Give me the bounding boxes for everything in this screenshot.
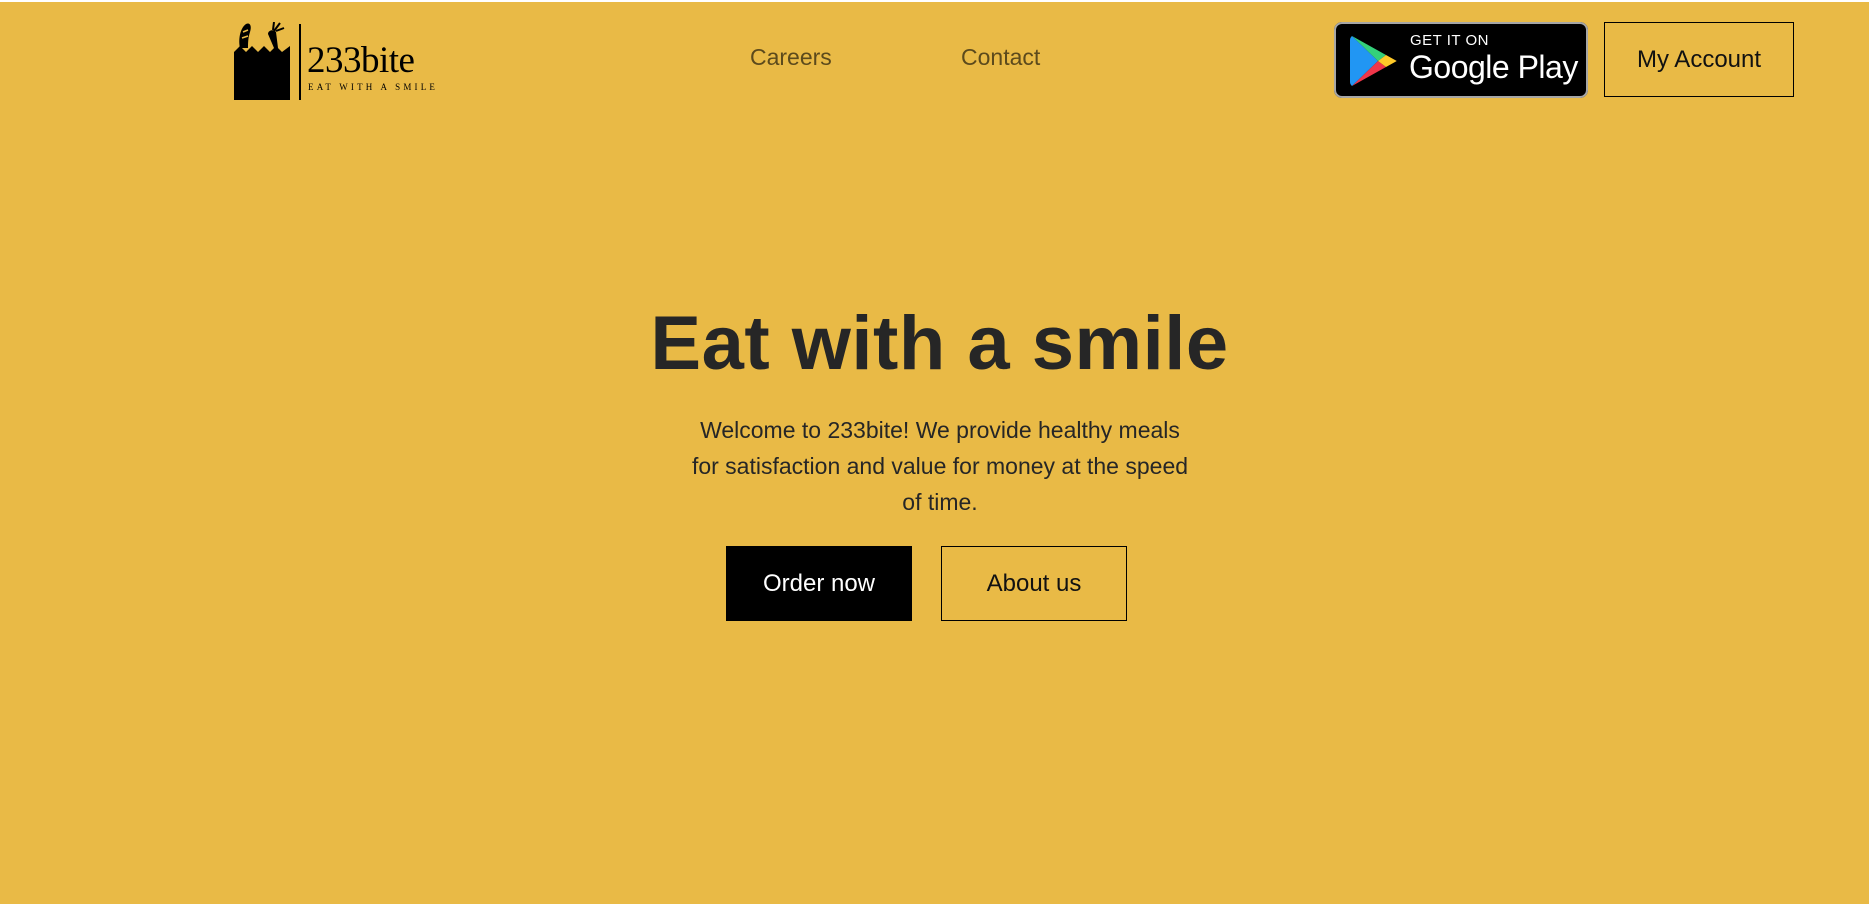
hero-title: Eat with a smile <box>650 301 1229 386</box>
nav-link-contact[interactable]: Contact <box>961 44 1040 71</box>
my-account-button[interactable]: My Account <box>1604 22 1794 97</box>
nav-link-careers[interactable]: Careers <box>750 44 832 71</box>
google-play-icon <box>1350 36 1397 86</box>
hero-subtitle: Welcome to 233bite! We provide healthy m… <box>691 417 1189 515</box>
google-play-small-text: GET IT ON <box>1410 32 1489 49</box>
page: 233bite EAT WITH A SMILE Careers Contact… <box>0 2 1869 904</box>
order-now-button[interactable]: Order now <box>726 546 912 621</box>
brand-tagline: EAT WITH A SMILE <box>308 82 439 92</box>
grocery-bag-icon <box>234 22 290 100</box>
google-play-store-name: Google Play <box>1409 49 1578 85</box>
brand-logo[interactable]: 233bite EAT WITH A SMILE <box>234 22 444 102</box>
google-play-badge[interactable]: GET IT ON Google Play <box>1334 22 1588 98</box>
logo-divider <box>299 24 301 100</box>
brand-name: 233bite <box>307 40 415 81</box>
about-us-button[interactable]: About us <box>941 546 1127 621</box>
